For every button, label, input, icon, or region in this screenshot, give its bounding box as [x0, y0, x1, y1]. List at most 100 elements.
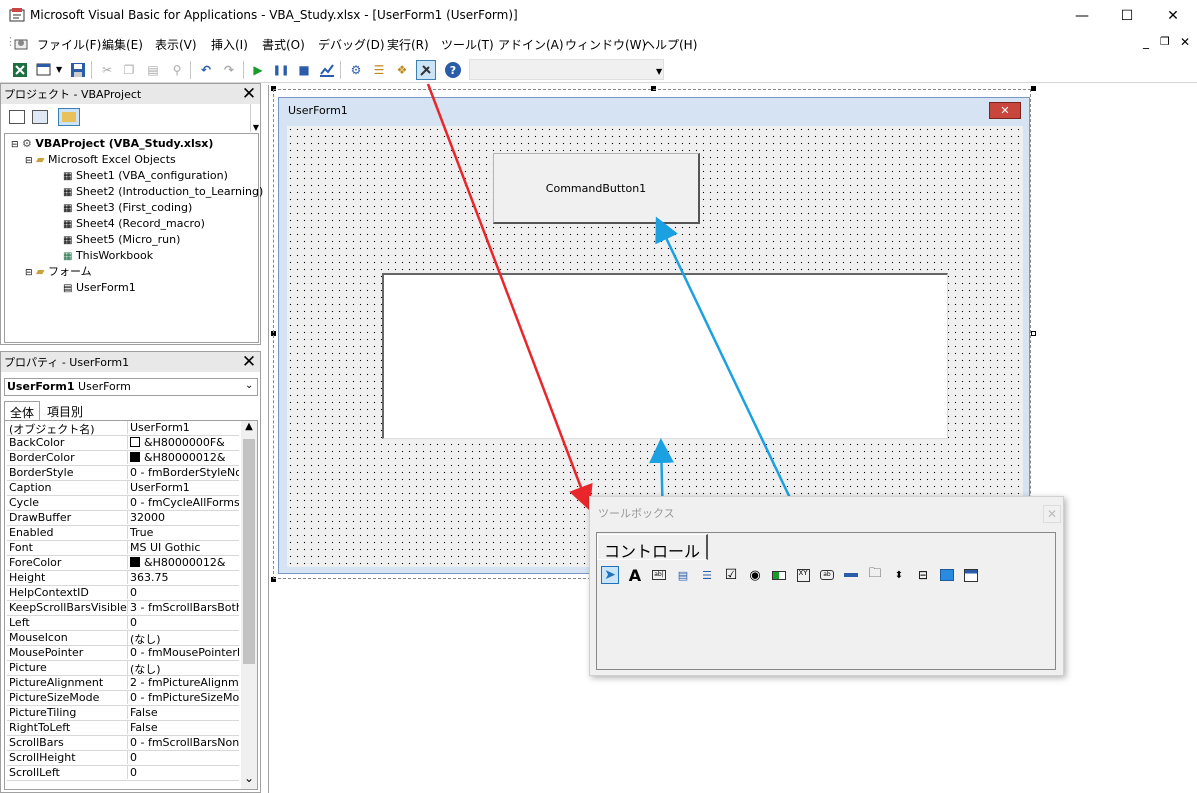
reset-icon[interactable]: ■: [294, 60, 314, 80]
properties-close-button[interactable]: ✕: [240, 353, 258, 371]
insert-userform-icon[interactable]: [34, 60, 54, 80]
tree-item-sheet2[interactable]: ▦ Sheet2 (Introduction_to_Learning): [63, 184, 263, 201]
view-code-icon[interactable]: [9, 110, 25, 124]
property-value[interactable]: 363.75: [127, 571, 239, 584]
togglebutton-tool-icon[interactable]: [772, 570, 786, 580]
design-mode-icon[interactable]: [317, 60, 337, 80]
tree-item-sheet1[interactable]: ▦ Sheet1 (VBA_configuration): [63, 168, 228, 185]
commandbutton-tool-icon[interactable]: ab: [820, 570, 834, 580]
checkbox-tool-icon[interactable]: ☑: [722, 566, 740, 584]
dropdown-arrow-icon[interactable]: ▼: [56, 65, 62, 74]
property-value[interactable]: True: [127, 526, 239, 539]
multipage-tool-icon[interactable]: 🗀: [866, 566, 884, 584]
tree-item-sheet5[interactable]: ▦ Sheet5 (Micro_run): [63, 232, 180, 249]
property-value[interactable]: &H8000000F&: [127, 436, 239, 449]
menu-addins[interactable]: アドイン(A): [498, 36, 564, 53]
undo-icon[interactable]: ↶: [196, 60, 216, 80]
mdi-minimize-button[interactable]: _: [1143, 35, 1149, 49]
property-value[interactable]: &H80000012&: [127, 556, 239, 569]
property-value[interactable]: UserForm1: [127, 481, 239, 494]
property-row[interactable]: ScrollLeft 0: [7, 766, 239, 781]
property-row[interactable]: ScrollBars 0 - fmScrollBarsNone: [7, 736, 239, 751]
cut-icon[interactable]: ✂: [97, 60, 117, 80]
project-explorer-close-button[interactable]: ✕: [240, 85, 258, 103]
tree-item-thisworkbook[interactable]: ▦ ThisWorkbook: [63, 248, 153, 265]
properties-scrollbar[interactable]: ▲ ⌄: [241, 421, 257, 789]
property-row[interactable]: MouseIcon (なし): [7, 631, 239, 646]
toolbox-icon[interactable]: [416, 60, 436, 80]
menu-debug[interactable]: デバッグ(D): [318, 36, 385, 53]
property-row[interactable]: HelpContextID 0: [7, 586, 239, 601]
menu-edit[interactable]: 編集(E): [102, 36, 143, 53]
property-value[interactable]: 32000: [127, 511, 239, 524]
frame-tool-icon[interactable]: XY: [794, 566, 812, 584]
property-row[interactable]: MousePointer 0 - fmMousePointerDefault: [7, 646, 239, 661]
tab-alphabetic[interactable]: 全体: [4, 401, 40, 421]
image-tool-icon[interactable]: [940, 569, 954, 581]
scroll-thumb[interactable]: [243, 439, 255, 664]
property-value[interactable]: 0 - fmScrollBarsNone: [127, 736, 239, 749]
property-row[interactable]: BorderColor &H80000012&: [7, 451, 239, 466]
property-row[interactable]: DrawBuffer 32000: [7, 511, 239, 526]
property-value[interactable]: UserForm1: [127, 421, 239, 434]
toggle-folders-icon[interactable]: [58, 108, 80, 126]
scrollbar-tool-icon[interactable]: ⬍: [890, 566, 908, 584]
panel-options-icon[interactable]: ▼: [250, 104, 261, 132]
property-value[interactable]: 0 - fmMousePointerDefault: [127, 646, 239, 659]
label-tool-icon[interactable]: A: [626, 566, 644, 585]
help-icon[interactable]: ?: [443, 60, 463, 80]
property-value[interactable]: False: [127, 721, 239, 734]
run-icon[interactable]: ▶: [248, 60, 268, 80]
tree-item-sheet3[interactable]: ▦ Sheet3 (First_coding): [63, 200, 192, 217]
tree-root[interactable]: ⊟ ⚙ VBAProject (VBA_Study.xlsx): [11, 136, 213, 153]
menu-window[interactable]: ウィンドウ(W): [565, 36, 646, 53]
toolbar-options-icon[interactable]: ▼: [656, 67, 662, 76]
property-row[interactable]: ScrollHeight 0: [7, 751, 239, 766]
tree-item-userform1[interactable]: ▤ UserForm1: [63, 280, 136, 297]
scroll-up-icon[interactable]: ▲: [241, 421, 257, 432]
property-row[interactable]: BackColor &H8000000F&: [7, 436, 239, 451]
tree-folder-forms[interactable]: ⊟ ▰ フォーム: [25, 264, 92, 281]
menu-view[interactable]: 表示(V): [155, 36, 197, 53]
property-value[interactable]: 0: [127, 616, 239, 629]
menu-insert[interactable]: 挿入(I): [211, 36, 248, 53]
find-icon[interactable]: ⚲: [167, 60, 187, 80]
property-value[interactable]: &H80000012&: [127, 451, 239, 464]
property-value[interactable]: 3 - fmScrollBarsBoth: [127, 601, 239, 614]
pause-icon[interactable]: ❚❚: [271, 60, 291, 80]
properties-window-icon[interactable]: ☰: [369, 60, 389, 80]
project-explorer-icon[interactable]: ⚙: [346, 60, 366, 80]
property-row[interactable]: Height 363.75: [7, 571, 239, 586]
minimize-button[interactable]: —: [1059, 0, 1105, 32]
property-value[interactable]: False: [127, 706, 239, 719]
tree-item-sheet4[interactable]: ▦ Sheet4 (Record_macro): [63, 216, 205, 233]
property-value[interactable]: 0 - fmCycleAllForms: [127, 496, 239, 509]
property-value[interactable]: 0 - fmBorderStyleNone: [127, 466, 239, 479]
property-row[interactable]: PictureTiling False: [7, 706, 239, 721]
view-object-icon[interactable]: [32, 110, 48, 124]
property-value[interactable]: 0: [127, 766, 239, 779]
redo-icon[interactable]: ↷: [219, 60, 239, 80]
property-value[interactable]: MS UI Gothic: [127, 541, 239, 554]
property-row[interactable]: ForeColor &H80000012&: [7, 556, 239, 571]
property-row[interactable]: (オブジェクト名) UserForm1: [7, 421, 239, 436]
menu-help[interactable]: ヘルプ(H): [643, 36, 697, 53]
tab-categorized[interactable]: 項目別: [47, 403, 83, 420]
property-value[interactable]: 2 - fmPictureAlignmentCenter: [127, 676, 239, 689]
mdi-restore-button[interactable]: ❐: [1160, 35, 1170, 48]
select-objects-icon[interactable]: ➤: [601, 566, 619, 584]
close-button[interactable]: ✕: [1150, 0, 1196, 32]
property-row[interactable]: KeepScrollBarsVisible 3 - fmScrollBarsBot…: [7, 601, 239, 616]
spinbutton-tool-icon[interactable]: ⊟: [914, 566, 932, 584]
copy-icon[interactable]: ❐: [119, 60, 139, 80]
menu-tools[interactable]: ツール(T): [441, 36, 494, 53]
property-row[interactable]: Left 0: [7, 616, 239, 631]
menu-file[interactable]: ファイル(F): [37, 36, 101, 53]
property-row[interactable]: Caption UserForm1: [7, 481, 239, 496]
property-row[interactable]: PictureAlignment 2 - fmPictureAlignmentCe…: [7, 676, 239, 691]
textbox-1[interactable]: [382, 273, 948, 439]
property-value[interactable]: 0: [127, 751, 239, 764]
tree-folder-excel-objects[interactable]: ⊟ ▰ Microsoft Excel Objects: [25, 152, 176, 169]
toolbox-close-button[interactable]: ✕: [1043, 505, 1061, 523]
tabstrip-tool-icon[interactable]: [844, 573, 858, 577]
